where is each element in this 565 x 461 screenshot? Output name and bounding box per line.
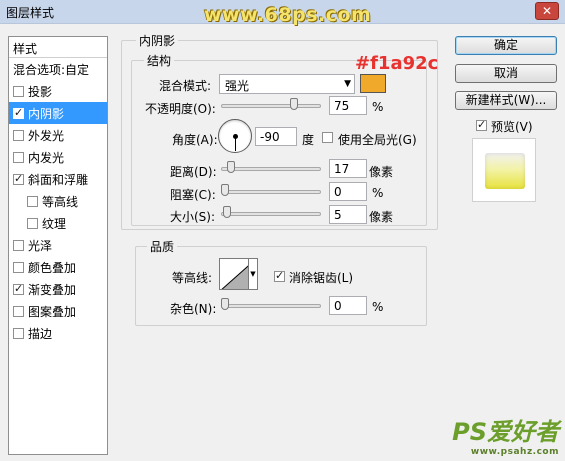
distance-label: 距离(D): bbox=[170, 165, 217, 179]
style-item-label: 颜色叠加 bbox=[28, 260, 77, 275]
opacity-input[interactable]: 75 bbox=[329, 96, 367, 115]
antialias-label[interactable]: 消除锯齿(L) bbox=[289, 269, 353, 286]
choke-unit: % bbox=[372, 186, 384, 200]
style-item-checkbox[interactable] bbox=[13, 172, 24, 185]
style-item-2[interactable]: 外发光 bbox=[9, 124, 107, 146]
style-item-checkbox[interactable] bbox=[13, 151, 24, 163]
logo-sub: www.psahz.com bbox=[470, 447, 559, 457]
site-logo: PS爱好者 www.psahz.com bbox=[452, 412, 559, 457]
style-preview-thumbnail bbox=[485, 153, 525, 189]
style-item-label: 图案叠加 bbox=[28, 304, 77, 319]
contour-label: 等高线: bbox=[172, 271, 213, 285]
style-item-label: 描边 bbox=[28, 326, 53, 341]
angle-center bbox=[233, 134, 238, 139]
style-item-label: 渐变叠加 bbox=[28, 282, 77, 297]
choke-slider-track[interactable] bbox=[221, 190, 321, 194]
distance-unit: 像素 bbox=[369, 165, 394, 179]
style-item-checkbox[interactable] bbox=[13, 85, 24, 97]
noise-label: 杂色(N): bbox=[170, 302, 217, 316]
styles-list: 样式 混合选项:自定 投影内阴影外发光内发光斜面和浮雕等高线纹理光泽颜色叠加渐变… bbox=[8, 36, 108, 455]
cancel-button[interactable]: 取消 bbox=[455, 64, 557, 83]
size-input[interactable]: 5 bbox=[329, 205, 367, 224]
size-slider-track[interactable] bbox=[221, 212, 321, 216]
choke-label: 阻塞(C): bbox=[170, 188, 216, 202]
opacity-slider-track[interactable] bbox=[221, 104, 321, 108]
styles-header: 样式 bbox=[9, 37, 107, 58]
style-item-checkbox[interactable] bbox=[13, 261, 24, 273]
noise-slider-track[interactable] bbox=[221, 304, 321, 308]
style-item-checkbox[interactable] bbox=[27, 195, 38, 207]
choke-input[interactable]: 0 bbox=[329, 182, 367, 201]
style-item-label: 投影 bbox=[28, 84, 53, 99]
blend-mode-value: 强光 bbox=[225, 79, 250, 93]
inner-shadow-title: 内阴影 bbox=[136, 32, 179, 49]
noise-unit: % bbox=[372, 300, 384, 314]
style-item-label: 内发光 bbox=[28, 150, 65, 165]
style-item-checkbox[interactable] bbox=[13, 129, 24, 141]
blend-mode-select[interactable]: 强光 ▼ bbox=[219, 74, 355, 94]
blend-mode-label: 混合模式: bbox=[159, 79, 212, 93]
style-item-checkbox[interactable] bbox=[13, 305, 24, 317]
angle-input[interactable]: -90 bbox=[255, 127, 297, 146]
angle-label: 角度(A): bbox=[172, 133, 218, 147]
style-item-checkbox[interactable] bbox=[13, 106, 24, 119]
style-item-label: 外发光 bbox=[28, 128, 65, 143]
size-unit: 像素 bbox=[369, 210, 394, 224]
style-item-10[interactable]: 图案叠加 bbox=[9, 300, 107, 322]
distance-input[interactable]: 17 bbox=[329, 159, 367, 178]
angle-dial[interactable] bbox=[218, 119, 252, 153]
style-preview bbox=[472, 138, 536, 202]
distance-slider-track[interactable] bbox=[221, 167, 321, 171]
style-item-4[interactable]: 斜面和浮雕 bbox=[9, 168, 107, 190]
angle-unit: 度 bbox=[302, 133, 315, 147]
size-slider-thumb[interactable] bbox=[222, 206, 231, 218]
style-item-label: 光泽 bbox=[28, 238, 53, 253]
style-item-label: 纹理 bbox=[42, 216, 67, 231]
style-item-checkbox[interactable] bbox=[27, 217, 38, 229]
distance-slider-thumb[interactable] bbox=[227, 161, 236, 173]
style-item-label: 等高线 bbox=[42, 194, 79, 209]
contour-dropdown[interactable]: ▼ bbox=[248, 258, 258, 290]
preview-checkbox[interactable] bbox=[476, 118, 487, 131]
global-light-label[interactable]: 使用全局光(G) bbox=[338, 131, 417, 148]
noise-input[interactable]: 0 bbox=[329, 296, 367, 315]
style-item-9[interactable]: 渐变叠加 bbox=[9, 278, 107, 300]
global-light-checkbox[interactable] bbox=[322, 132, 333, 143]
structure-title: 结构 bbox=[144, 52, 175, 69]
quality-title: 品质 bbox=[147, 238, 178, 255]
logo-main: PS爱好者 bbox=[452, 418, 559, 446]
style-item-7[interactable]: 光泽 bbox=[9, 234, 107, 256]
blend-options-item[interactable]: 混合选项:自定 bbox=[9, 58, 107, 80]
style-item-6[interactable]: 纹理 bbox=[9, 212, 107, 234]
size-label: 大小(S): bbox=[170, 210, 216, 224]
style-item-8[interactable]: 颜色叠加 bbox=[9, 256, 107, 278]
choke-slider-thumb[interactable] bbox=[221, 184, 229, 196]
style-item-5[interactable]: 等高线 bbox=[9, 190, 107, 212]
style-item-checkbox[interactable] bbox=[13, 327, 24, 339]
style-item-label: 斜面和浮雕 bbox=[28, 172, 89, 187]
new-style-button[interactable]: 新建样式(W)... bbox=[455, 91, 557, 110]
chevron-down-icon: ▼ bbox=[344, 79, 351, 89]
opacity-label: 不透明度(O): bbox=[145, 102, 216, 116]
antialias-checkbox[interactable] bbox=[274, 269, 285, 282]
style-item-checkbox[interactable] bbox=[13, 239, 24, 251]
window-title: 图层样式 bbox=[6, 6, 55, 20]
ok-button[interactable]: 确定 bbox=[455, 36, 557, 55]
style-item-0[interactable]: 投影 bbox=[9, 80, 107, 102]
opacity-slider-thumb[interactable] bbox=[290, 98, 298, 110]
color-annotation: #f1a92c bbox=[355, 53, 439, 74]
style-item-1[interactable]: 内阴影 bbox=[9, 102, 107, 124]
style-item-11[interactable]: 描边 bbox=[9, 322, 107, 344]
opacity-unit: % bbox=[372, 100, 384, 114]
style-item-checkbox[interactable] bbox=[13, 282, 24, 295]
style-item-3[interactable]: 内发光 bbox=[9, 146, 107, 168]
preview-label[interactable]: 预览(V) bbox=[491, 118, 533, 135]
style-item-label: 内阴影 bbox=[28, 106, 65, 121]
shadow-color-swatch[interactable] bbox=[360, 74, 386, 93]
noise-slider-thumb[interactable] bbox=[221, 298, 229, 310]
watermark-text: www.68ps.com bbox=[204, 4, 372, 26]
close-button[interactable]: ✕ bbox=[535, 2, 559, 20]
